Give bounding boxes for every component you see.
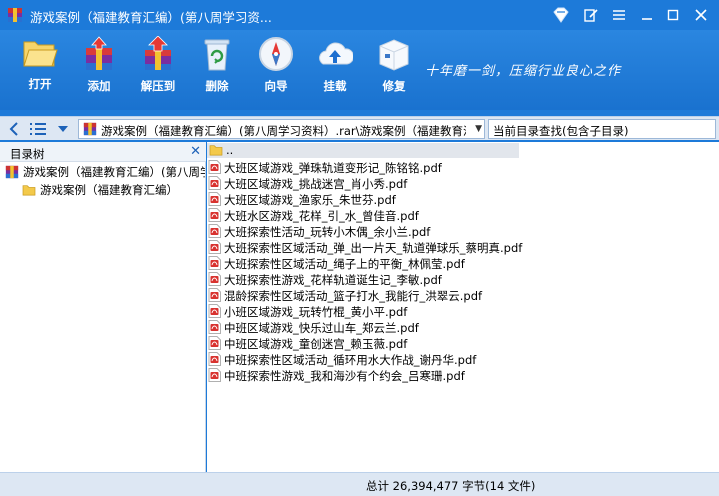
pdf-file-icon [208,304,221,318]
repair-box-icon [379,39,409,71]
tree-item-root[interactable]: 游戏案例（福建教育汇编）(第八周学习资料）.rar [5,164,205,182]
pdf-file-icon [208,256,221,270]
pdf-file-icon [208,272,221,286]
file-name: 中班探索性游戏_我和海沙有个约会_吕寒珊.pdf [224,369,465,383]
extract-icon [145,36,171,70]
file-name: 小班区域游戏_玩转竹棍_黄小平.pdf [224,305,408,319]
file-name: 大班水区游戏_花样_引_水_曾佳音.pdf [224,209,419,223]
file-name: 大班区域游戏_渔家乐_朱世芬.pdf [224,193,396,207]
folder-open-icon [23,41,58,67]
mount-label: 挂载 [323,79,347,93]
file-name: 中班区域游戏_快乐过山车_郑云兰.pdf [224,321,419,335]
pdf-file-icon [208,368,221,382]
file-name: 中班区域游戏_童创迷宫_赖玉薇.pdf [224,337,408,351]
file-name: 大班区域游戏_挑战迷宫_肖小秀.pdf [224,177,408,191]
tree-title: 目录树 [10,147,45,161]
file-name: 大班探索性区域活动_绳子上的平衡_林佩莹.pdf [224,257,465,271]
mount-button[interactable]: 挂载 [305,36,365,100]
menu-icon[interactable] [610,6,628,24]
path-field[interactable]: 游戏案例（福建教育汇编）(第八周学习资料）.rar\游戏案例（福建教育汇编） ▼ [78,119,485,139]
title-bar: 游戏案例（福建教育汇编）(第八周学习资... [0,0,719,30]
add-button[interactable]: 添加 [69,36,129,100]
folder-icon [22,185,36,196]
pdf-file-icon [208,320,221,334]
app-window: 游戏案例（福建教育汇编）(第八周学习资... 打开 添加 解压到 删除 向导 挂… [0,0,719,496]
pdf-file-icon [208,336,221,350]
folder-icon [209,145,223,156]
close-icon[interactable] [692,6,710,24]
close-tree-icon[interactable]: ✕ [190,144,201,159]
open-button[interactable]: 打开 [10,36,70,100]
directory-tree-panel: 目录树 ✕ 游戏案例（福建教育汇编）(第八周学习资料）.rar 游戏案例（福建教… [0,142,206,472]
delete-label: 删除 [205,79,229,93]
file-name: 大班探索性区域活动_弹_出一片天_轨道弹球乐_蔡明真.pdf [224,241,523,255]
pdf-file-icon [208,208,221,222]
compass-icon [259,37,293,71]
parent-folder-row[interactable]: .. [207,143,519,158]
open-label: 打开 [28,77,52,91]
archive-file-icon [5,165,19,179]
repair-label: 修复 [382,79,406,93]
maximize-icon[interactable] [664,6,682,24]
tree-item-child[interactable]: 游戏案例（福建教育汇编） [22,182,178,200]
extract-button[interactable]: 解压到 [128,36,188,100]
parent-folder-label: .. [226,143,234,157]
file-name: 中班探索性区域活动_循环用水大作战_谢丹华.pdf [224,353,477,367]
file-name: 大班探索性游戏_花样轨道诞生记_李敏.pdf [224,273,442,287]
tree-header: 目录树 ✕ [0,142,206,162]
add-label: 添加 [87,79,111,93]
file-name: 混龄探索性区域活动_篮子打水_我能行_洪翠云.pdf [224,289,483,303]
pdf-file-icon [208,160,221,174]
view-dropdown-icon[interactable] [55,120,71,138]
skin-icon[interactable] [552,6,570,24]
slogan: 十年磨一剑，压缩行业良心之作 [425,64,622,79]
view-list-icon[interactable] [28,120,48,138]
search-placeholder: 当前目录查找(包含子目录) [493,124,629,138]
extract-label: 解压到 [140,79,176,93]
wizard-button[interactable]: 向导 [246,36,306,100]
archive-add-icon [86,36,112,70]
status-text: 总计 26,394,477 字节(14 文件) [366,479,536,493]
chevron-down-icon[interactable]: ▼ [475,124,482,134]
pdf-file-icon [208,352,221,366]
pdf-file-icon [208,192,221,206]
window-title: 游戏案例（福建教育汇编）(第八周学习资... [30,10,272,25]
pdf-file-icon [208,224,221,238]
delete-button[interactable]: 删除 [187,36,247,100]
minimize-icon[interactable] [638,6,656,24]
recycle-bin-icon [204,39,230,71]
feedback-icon[interactable] [582,6,600,24]
repair-button[interactable]: 修复 [364,36,424,100]
archive-app-icon [8,8,22,22]
search-input[interactable]: 当前目录查找(包含子目录) [488,119,716,139]
archive-file-icon [83,122,97,136]
back-icon[interactable] [6,120,22,138]
file-list-panel: .. 大班区域游戏_弹珠轨道变形记_陈铭铭.pdf 大班区域游戏_挑战迷宫_肖小秀… [207,142,719,472]
address-bar: 游戏案例（福建教育汇编）(第八周学习资料）.rar\游戏案例（福建教育汇编） ▼… [0,116,719,140]
pdf-file-icon [208,240,221,254]
toolbar: 打开 添加 解压到 删除 向导 挂载 修复 十年磨一剑，压缩行业良心之作 [0,30,719,110]
pdf-file-icon [208,176,221,190]
cloud-upload-icon [319,42,353,65]
file-name: 大班区域游戏_弹珠轨道变形记_陈铭铭.pdf [224,161,442,175]
tree-item-label: 游戏案例（福建教育汇编） [40,183,178,197]
path-text: 游戏案例（福建教育汇编）(第八周学习资料）.rar\游戏案例（福建教育汇编） [101,124,466,138]
wizard-label: 向导 [264,79,288,93]
tree-item-label: 游戏案例（福建教育汇编）(第八周学习资料）.rar [23,165,205,179]
file-name: 大班探索性活动_玩转小木偶_余小兰.pdf [224,225,431,239]
status-bar: 总计 26,394,477 字节(14 文件) [0,472,719,496]
pdf-file-icon [208,288,221,302]
